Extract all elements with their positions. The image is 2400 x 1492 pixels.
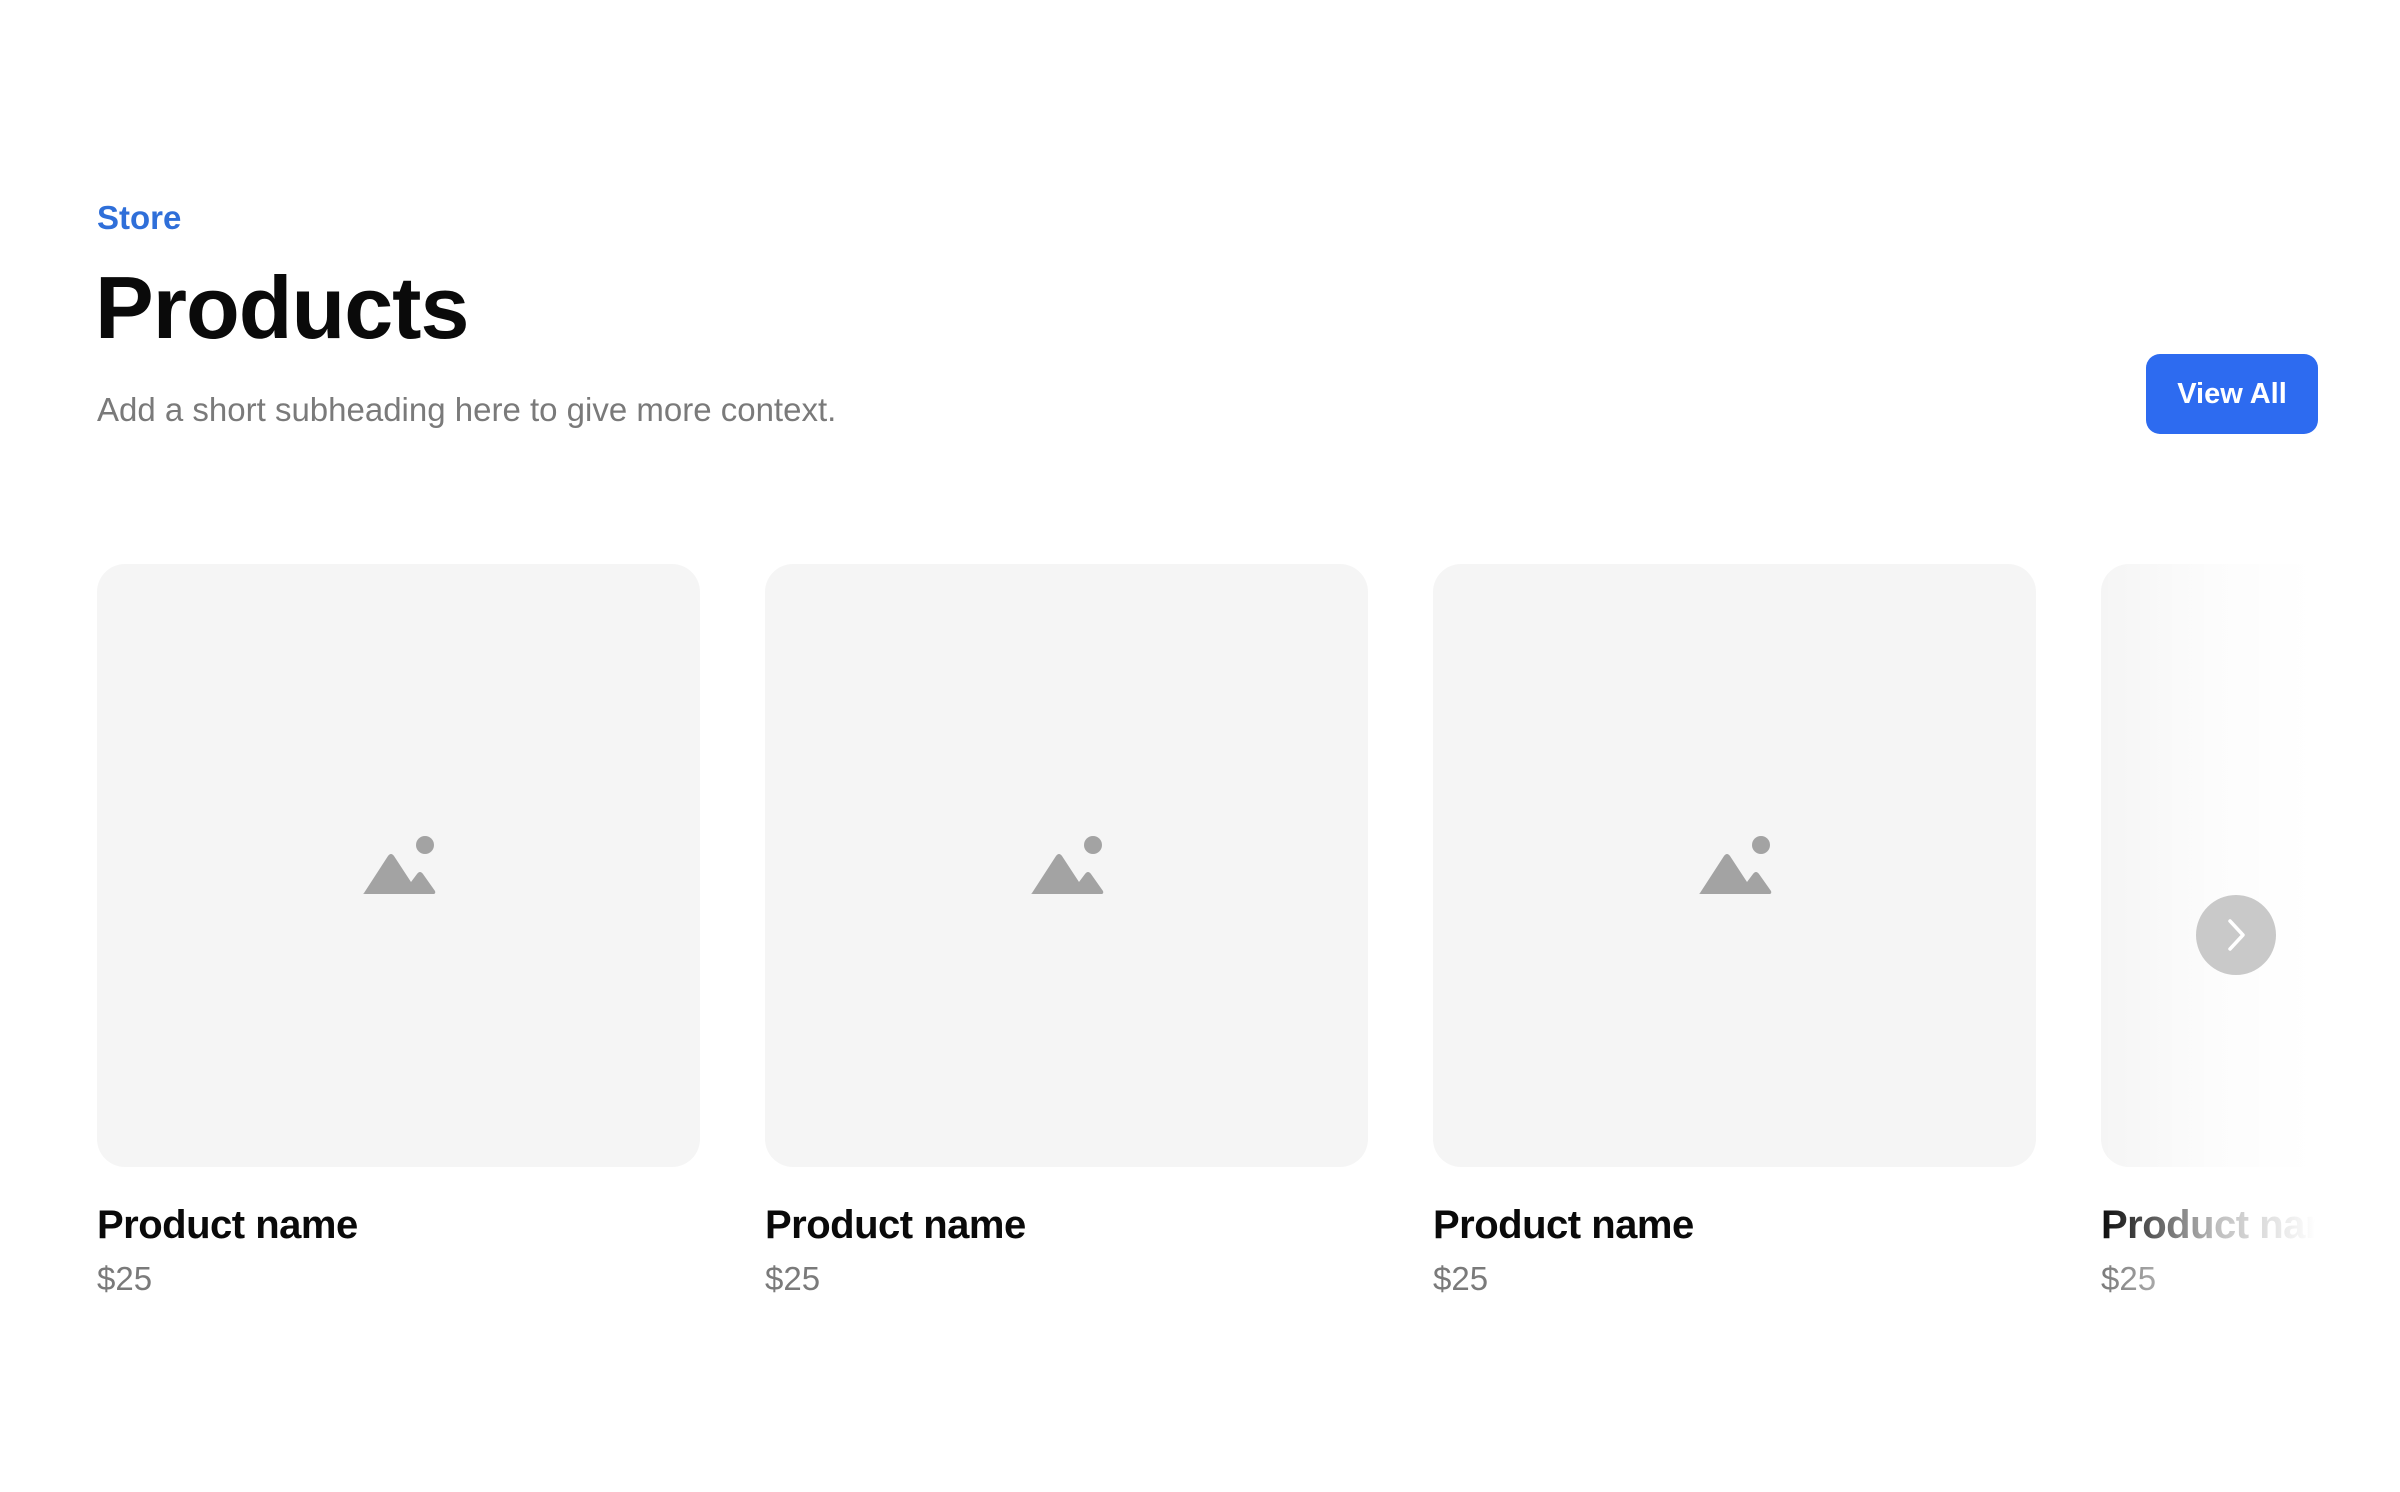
product-image-placeholder[interactable] bbox=[1433, 564, 2036, 1167]
page-title: Products bbox=[95, 258, 469, 357]
image-placeholder-icon bbox=[1698, 835, 1771, 894]
section-subheading: Add a short subheading here to give more… bbox=[97, 391, 837, 428]
product-card[interactable]: Product name $25 bbox=[97, 564, 700, 1299]
section-eyebrow: Store bbox=[97, 199, 182, 236]
product-name[interactable]: Product name bbox=[765, 1201, 1368, 1249]
image-placeholder-icon bbox=[362, 835, 435, 894]
chevron-right-icon bbox=[2228, 919, 2245, 951]
product-price: $25 bbox=[2101, 1260, 2157, 1297]
product-carousel: Product name $25 Product name $25 Produc… bbox=[0, 0, 2400, 1492]
products-section: Store Products Add a short subheading he… bbox=[0, 0, 2400, 1492]
view-all-button[interactable]: View All bbox=[2146, 354, 2318, 434]
product-image-placeholder[interactable] bbox=[765, 564, 1368, 1167]
product-name[interactable]: Product name bbox=[97, 1201, 700, 1249]
product-name[interactable]: Product name bbox=[2101, 1201, 2400, 1249]
product-price: $25 bbox=[97, 1260, 153, 1297]
product-card[interactable]: Product name $25 bbox=[765, 564, 1368, 1299]
product-price: $25 bbox=[765, 1260, 821, 1297]
product-image-placeholder[interactable] bbox=[97, 564, 700, 1167]
carousel-next-button[interactable] bbox=[2196, 895, 2276, 975]
product-price: $25 bbox=[1433, 1260, 1489, 1297]
product-card[interactable]: Product name $25 bbox=[1433, 564, 2036, 1299]
product-image-placeholder[interactable] bbox=[2101, 564, 2400, 1167]
image-placeholder-icon bbox=[1030, 835, 1103, 894]
product-name[interactable]: Product name bbox=[1433, 1201, 2036, 1249]
